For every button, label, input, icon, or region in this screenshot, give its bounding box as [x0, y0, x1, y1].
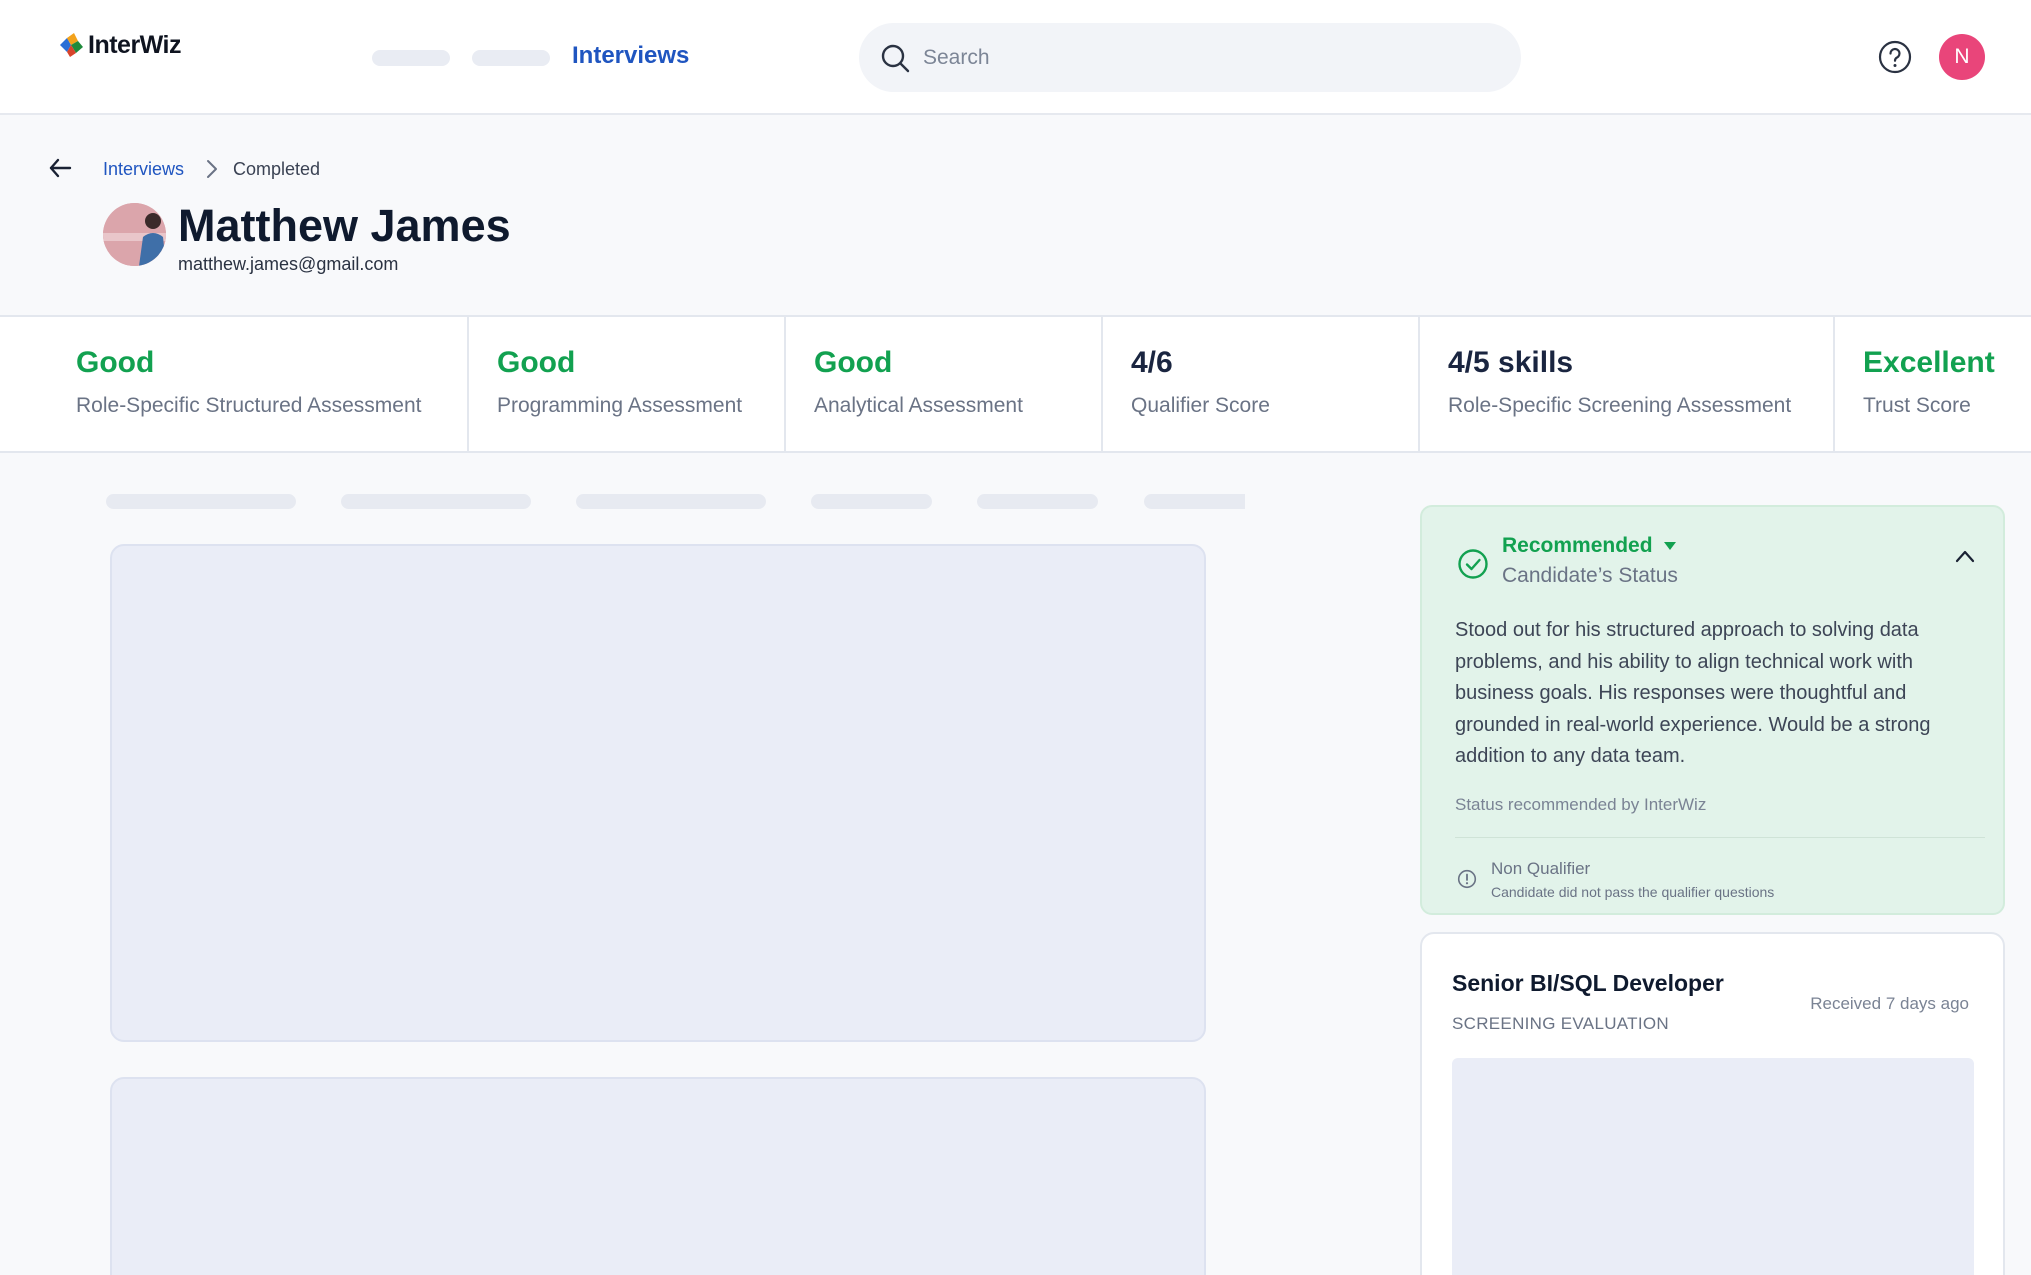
user-avatar[interactable]: N	[1939, 34, 1985, 80]
score-card-screening[interactable]: 4/5 skills Role-Specific Screening Asses…	[1420, 317, 1835, 451]
status-value: Recommended	[1502, 534, 1653, 557]
candidate-status-card: Recommended Candidate’s Status Stood out…	[1420, 505, 2005, 915]
score-label: Qualifier Score	[1131, 394, 1270, 417]
score-label: Programming Assessment	[497, 394, 743, 417]
candidate-avatar	[103, 203, 166, 266]
breadcrumb-current: Completed	[233, 159, 321, 179]
content-panel-placeholder	[110, 544, 1206, 1042]
caret-down-icon	[1663, 542, 1676, 550]
logo-diamond-icon	[60, 33, 83, 57]
score-card-qualifier[interactable]: 4/6 Qualifier Score	[1103, 317, 1420, 451]
check-circle-icon	[1458, 549, 1488, 579]
score-label: Role-Specific Structured Assessment	[76, 394, 422, 417]
score-label: Trust Score	[1863, 394, 1971, 417]
top-bar: InterWiz Interviews N	[0, 0, 2031, 115]
score-card-analytical[interactable]: Good Analytical Assessment	[786, 317, 1103, 451]
tab-placeholder[interactable]	[576, 494, 766, 509]
candidate-name: Matthew James	[178, 200, 511, 251]
tab-placeholder[interactable]	[341, 494, 531, 509]
chevron-up-icon[interactable]	[1955, 549, 1975, 563]
score-card-structured[interactable]: Good Role-Specific Structured Assessment	[0, 317, 469, 451]
job-title: Senior BI/SQL Developer	[1452, 970, 1724, 996]
divider	[1455, 837, 1985, 838]
qualifier-status-title: Non Qualifier	[1491, 859, 1591, 878]
score-value: Good	[76, 346, 155, 379]
brand-logo[interactable]: InterWiz	[56, 30, 182, 60]
score-value: 4/6	[1131, 346, 1173, 379]
status-recommended-by: Status recommended by InterWiz	[1455, 795, 1707, 814]
candidate-photo-icon	[103, 203, 166, 266]
score-label: Role-Specific Screening Assessment	[1448, 394, 1792, 417]
back-arrow-icon[interactable]	[48, 156, 72, 180]
search-input[interactable]	[923, 45, 1483, 70]
status-subtitle: Candidate’s Status	[1502, 564, 1678, 587]
status-summary: Stood out for his structured approach to…	[1455, 619, 1931, 767]
status-dropdown[interactable]: Recommended	[1502, 534, 1677, 558]
tab-placeholder[interactable]	[106, 494, 296, 509]
candidate-email: matthew.james@gmail.com	[178, 254, 399, 274]
nav-item-interviews[interactable]: Interviews	[572, 42, 689, 70]
score-value: 4/5 skills	[1448, 346, 1574, 379]
info-alert-icon	[1457, 869, 1477, 889]
content-panel-placeholder	[110, 1077, 1206, 1275]
tab-placeholder[interactable]	[1144, 494, 1245, 509]
score-value: Good	[497, 346, 576, 379]
score-card-trust[interactable]: Excellent Trust Score	[1835, 317, 2031, 451]
job-content-placeholder	[1452, 1058, 1974, 1275]
search-icon	[881, 44, 910, 72]
tab-placeholder[interactable]	[977, 494, 1098, 509]
qualifier-status-note: Candidate did not pass the qualifier que…	[1491, 884, 1775, 900]
chevron-right-icon	[207, 160, 217, 178]
score-value: Excellent	[1863, 346, 1995, 379]
brand-name: InterWiz	[88, 30, 182, 59]
job-evaluation-card[interactable]: Senior BI/SQL Developer Received 7 days …	[1420, 932, 2005, 1275]
job-received-time: Received 7 days ago	[1810, 994, 1969, 1013]
breadcrumb-interviews[interactable]: Interviews	[103, 159, 184, 180]
nav-item-placeholder[interactable]	[472, 50, 550, 66]
help-icon[interactable]	[1878, 40, 1912, 74]
score-summary-strip: Good Role-Specific Structured Assessment…	[0, 315, 2031, 453]
search-bar[interactable]	[859, 23, 1521, 92]
score-label: Analytical Assessment	[814, 394, 1023, 417]
nav-item-placeholder[interactable]	[372, 50, 450, 66]
tab-placeholder[interactable]	[811, 494, 932, 509]
score-card-programming[interactable]: Good Programming Assessment	[469, 317, 786, 451]
score-value: Good	[814, 346, 893, 379]
job-evaluation-type: SCREENING EVALUATION	[1452, 1014, 1669, 1033]
